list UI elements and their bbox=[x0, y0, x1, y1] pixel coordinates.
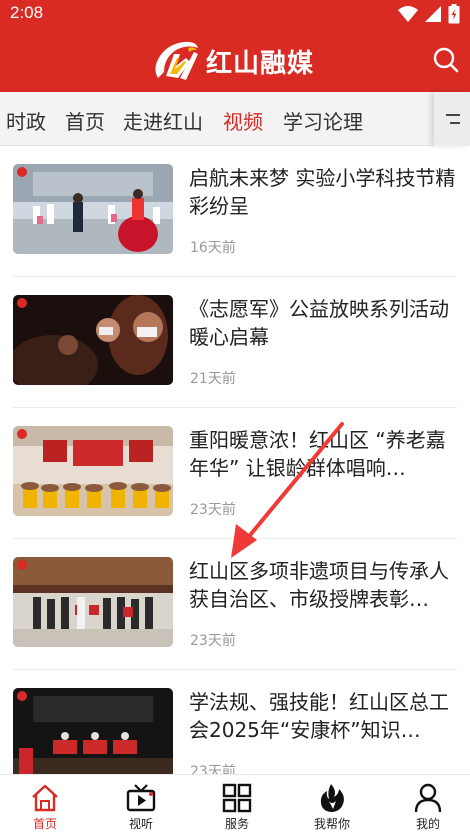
nav-video[interactable]: 视听 bbox=[101, 783, 181, 832]
news-thumbnail bbox=[13, 295, 173, 385]
bottom-nav: 首页 视听 服务 我帮你 我的 bbox=[0, 774, 470, 840]
app-logo: 红山融媒 bbox=[150, 38, 314, 84]
logo-text: 红山融媒 bbox=[206, 48, 315, 79]
nav-profile[interactable]: 我的 bbox=[388, 783, 468, 832]
news-thumbnail bbox=[13, 164, 173, 254]
news-title[interactable]: 《志愿军》公益放映系列活动暖心启幕 bbox=[189, 295, 459, 351]
news-item[interactable]: 启航未来梦 实验小学科技节精彩纷呈 16天前 bbox=[0, 146, 470, 277]
video-icon bbox=[126, 784, 156, 812]
wifi-icon bbox=[398, 6, 418, 22]
nav-home[interactable]: 首页 bbox=[5, 783, 85, 832]
news-time: 23天前 bbox=[190, 633, 236, 649]
logo-mark-icon bbox=[155, 41, 198, 80]
battery-icon bbox=[448, 4, 460, 24]
user-icon bbox=[414, 783, 442, 813]
nav-label: 首页 bbox=[32, 817, 57, 831]
news-feed[interactable]: 启航未来梦 实验小学科技节精彩纷呈 16天前 《志愿军》公益放映系列活动暖心启幕… bbox=[0, 146, 470, 774]
news-title[interactable]: 启航未来梦 实验小学科技节精彩纷呈 bbox=[189, 164, 459, 220]
news-title[interactable]: 学法规、强技能！红山区总工会2025年“安康杯”知识… bbox=[189, 688, 459, 744]
news-thumbnail bbox=[13, 688, 173, 774]
news-item[interactable]: 《志愿军》公益放映系列活动暖心启幕 21天前 bbox=[0, 277, 470, 408]
status-bar: 2:08 bbox=[0, 0, 470, 28]
news-item[interactable]: 红山区多项非遗项目与传承人获自治区、市级授牌表彰… 23天前 bbox=[0, 539, 470, 670]
tab-video[interactable]: 视频 bbox=[223, 106, 263, 135]
status-time: 2:08 bbox=[10, 3, 44, 22]
tab-shizheng[interactable]: 时政 bbox=[6, 106, 46, 135]
news-item[interactable]: 重阳暖意浓！红山区 “养老嘉年华” 让银龄群体唱响… 23天前 bbox=[0, 408, 470, 539]
news-thumbnail bbox=[13, 426, 173, 516]
menu-lines-icon bbox=[446, 114, 460, 116]
grid-icon bbox=[222, 783, 252, 813]
news-time: 23天前 bbox=[190, 764, 236, 774]
news-time: 16天前 bbox=[190, 240, 236, 256]
nav-label: 服务 bbox=[224, 817, 249, 831]
news-title[interactable]: 重阳暖意浓！红山区 “养老嘉年华” 让银龄群体唱响… bbox=[189, 426, 459, 482]
tab-menu-button[interactable] bbox=[434, 92, 470, 146]
home-icon bbox=[32, 784, 58, 812]
nav-label: 我帮你 bbox=[313, 817, 350, 831]
signal-icon bbox=[425, 6, 441, 22]
nav-help[interactable]: 我帮你 bbox=[292, 783, 372, 832]
tab-zoujin-hongshan[interactable]: 走进红山 bbox=[123, 106, 203, 135]
nav-label: 我的 bbox=[415, 817, 440, 831]
news-time: 23天前 bbox=[190, 502, 236, 518]
nav-service[interactable]: 服务 bbox=[197, 783, 277, 832]
tab-xuexi-lunli[interactable]: 学习论理 bbox=[283, 106, 363, 135]
news-time: 21天前 bbox=[190, 371, 236, 387]
status-icons bbox=[398, 4, 460, 24]
nav-label: 视听 bbox=[128, 817, 153, 831]
news-item[interactable]: 学法规、强技能！红山区总工会2025年“安康杯”知识… 23天前 bbox=[0, 670, 470, 774]
tab-home[interactable]: 首页 bbox=[65, 106, 105, 135]
news-title[interactable]: 红山区多项非遗项目与传承人获自治区、市级授牌表彰… bbox=[189, 557, 459, 613]
category-tabs: 时政 首页 走进红山 视频 学习论理 bbox=[0, 92, 470, 146]
news-thumbnail bbox=[13, 557, 173, 647]
app-header: 红山融媒 bbox=[0, 28, 470, 92]
search-icon[interactable] bbox=[430, 44, 462, 76]
flame-icon bbox=[320, 784, 344, 812]
